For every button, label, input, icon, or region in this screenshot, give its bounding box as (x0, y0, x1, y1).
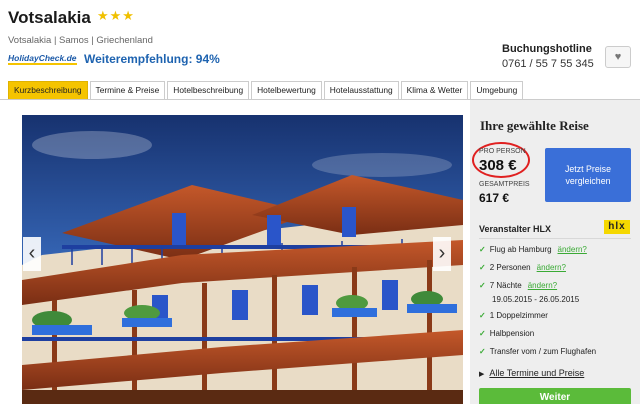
tab-hotelbeschreibung[interactable]: Hotelbeschreibung (167, 81, 250, 99)
feature-flight: ✓ Flug ab Hamburg ändern? (479, 245, 587, 254)
continue-button[interactable]: Weiter (479, 388, 631, 404)
price-per-person: 308 € (479, 157, 517, 174)
hlx-logo: hlx (604, 220, 630, 234)
gallery-next-arrow-icon[interactable]: › (433, 237, 451, 271)
feature-nights: ✓ 7 Nächte ändern? (479, 281, 558, 290)
all-dates-link[interactable]: ▶ Alle Termine und Preise (479, 368, 584, 378)
star-rating: ★★★ (97, 8, 135, 23)
hotel-tabs: Kurzbeschreibung Termine & Preise Hotelb… (8, 81, 525, 99)
tab-hotelbewertung[interactable]: Hotelbewertung (251, 81, 322, 99)
hotline-phone: 0761 / 55 7 55 345 (502, 58, 594, 70)
change-flight-link[interactable]: ändern? (558, 245, 587, 254)
favorite-heart-icon[interactable]: ♥ (605, 46, 631, 68)
check-icon: ✓ (479, 329, 486, 338)
change-persons-link[interactable]: ändern? (537, 263, 566, 272)
travel-dates: 19.05.2015 - 26.05.2015 (492, 295, 580, 304)
tab-hotelausstattung[interactable]: Hotelausstattung (323, 81, 399, 99)
feature-board: ✓ Halbpension (479, 329, 535, 338)
triangle-right-icon: ▶ (479, 371, 485, 378)
hotel-name: Votsalakia (8, 8, 91, 27)
tab-umgebung[interactable]: Umgebung (470, 81, 524, 99)
hotel-photo (22, 115, 463, 404)
total-price-label: GESAMTPREIS (479, 181, 530, 188)
feature-persons: ✓ 2 Personen ändern? (479, 263, 566, 272)
compare-prices-button[interactable]: Jetzt Preise vergleichen (545, 148, 631, 202)
tab-kurzbeschreibung[interactable]: Kurzbeschreibung (8, 81, 88, 99)
hotline-title: Buchungshotline (502, 43, 592, 55)
recommendation-rate: Weiterempfehlung: 94% (84, 52, 220, 66)
feature-room: ✓ 1 Doppelzimmer (479, 311, 548, 320)
tab-klima-wetter[interactable]: Klima & Wetter (400, 81, 469, 99)
tab-termine-preise[interactable]: Termine & Preise (89, 81, 166, 99)
change-nights-link[interactable]: ändern? (528, 281, 557, 290)
pro-person-label: PRO PERSON (479, 148, 526, 155)
holidaycheck-logo: HolidayCheck.de (8, 53, 77, 65)
check-icon: ✓ (479, 281, 486, 290)
check-icon: ✓ (479, 347, 486, 356)
check-icon: ✓ (479, 245, 486, 254)
check-icon: ✓ (479, 263, 486, 272)
sidebar-title: Ihre gewählte Reise (480, 118, 589, 133)
hotel-header: Votsalakia ★★★ Votsalakia | Samos | Grie… (0, 0, 640, 78)
sidebar-divider (479, 238, 631, 239)
feature-transfer: ✓ Transfer vom / zum Flughafen (479, 347, 597, 356)
hotel-location: Votsalakia | Samos | Griechenland (8, 35, 153, 46)
total-price: 617 € (479, 191, 510, 205)
gallery-prev-arrow-icon[interactable]: ‹ (23, 237, 41, 271)
operator-label: Veranstalter HLX (479, 224, 552, 234)
check-icon: ✓ (479, 311, 486, 320)
